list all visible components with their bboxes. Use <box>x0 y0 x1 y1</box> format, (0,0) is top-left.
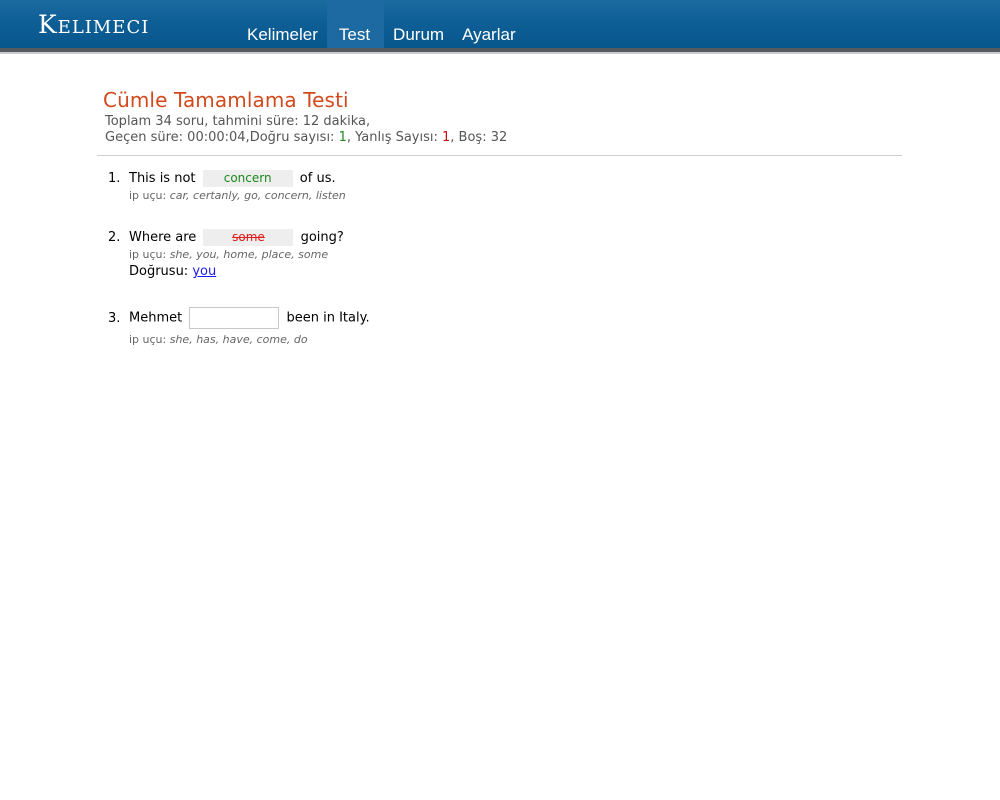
test-progress: Geçen süre: 00:00:04,Doğru sayısı: 1, Ya… <box>105 130 902 146</box>
hint-label: ip uçu: <box>129 189 167 202</box>
test-summary: Toplam 34 soru, tahmini süre: 12 dakika, <box>105 114 371 129</box>
page-title: Cümle Tamamlama Testi <box>103 88 349 112</box>
blank-label: , Boş: 32 <box>450 130 508 145</box>
question-hint: ip uçu: she, you, home, place, some <box>129 247 902 262</box>
content-divider <box>97 155 902 156</box>
correct-answer-link[interactable]: you <box>192 264 216 279</box>
sentence-before: This is not <box>129 171 196 186</box>
question-number: 3. <box>108 310 121 326</box>
question-hint: ip uçu: car, certanly, go, concern, list… <box>129 188 902 203</box>
question-number: 1. <box>108 171 121 186</box>
site-logo[interactable]: Kelimeci <box>38 10 149 39</box>
main-nav: Kelimeler Test Durum Ayarlar <box>238 0 525 48</box>
wrong-label: , Yanlış Sayısı: <box>346 130 443 145</box>
correct-count: 1 <box>338 130 347 145</box>
test-content: Cümle Tamamlama Testi Toplam 34 soru, ta… <box>97 88 902 347</box>
nav-item-test[interactable]: Test <box>326 0 385 48</box>
question-list: 1. This is not concern of us. ip uçu: car… <box>97 170 902 347</box>
correct-answer-line: Doğrusu: you <box>129 263 902 280</box>
question-3: 3. Mehmet been in Italy. ip uçu: she, has… <box>108 307 902 347</box>
nav-item-kelimeler[interactable]: Kelimeler <box>238 0 327 48</box>
nav-item-ayarlar[interactable]: Ayarlar <box>453 0 525 48</box>
sentence-after: been in Italy. <box>286 310 370 326</box>
sentence-after: of us. <box>299 171 336 186</box>
test-stats: Toplam 34 soru, tahmini süre: 12 dakika,… <box>105 114 902 146</box>
hint-words: she, has, have, come, do <box>169 333 308 346</box>
question-sentence: 1. This is not concern of us. <box>108 170 902 188</box>
elapsed-label: Geçen süre: 00:00:04,Doğru sayısı: <box>105 130 339 145</box>
question-hint: ip uçu: she, has, have, come, do <box>129 332 902 347</box>
question-sentence: 2. Where are some going? <box>108 229 902 247</box>
hint-words: she, you, home, place, some <box>169 248 329 261</box>
hint-words: car, certanly, go, concern, listen <box>169 189 346 202</box>
sentence-before: Mehmet <box>129 310 183 326</box>
sentence-before: Where are <box>129 230 197 245</box>
correct-answer-label: Doğrusu: <box>129 264 189 279</box>
sentence-after: going? <box>300 230 344 245</box>
hint-label: ip uçu: <box>129 333 167 346</box>
given-answer-wrong: some <box>203 229 294 246</box>
top-navigation-bar: Kelimeci Kelimeler Test Durum Ayarlar <box>0 0 1000 48</box>
given-answer-correct: concern <box>202 170 293 187</box>
question-1: 1. This is not concern of us. ip uçu: car… <box>108 170 902 203</box>
question-number: 2. <box>108 230 121 245</box>
answer-input[interactable] <box>189 307 280 329</box>
question-sentence: 3. Mehmet been in Italy. <box>108 307 902 329</box>
hint-label: ip uçu: <box>129 248 167 261</box>
header-divider-light <box>0 52 1000 54</box>
nav-item-durum[interactable]: Durum <box>384 0 453 48</box>
question-2: 2. Where are some going? ip uçu: she, you… <box>108 229 902 280</box>
